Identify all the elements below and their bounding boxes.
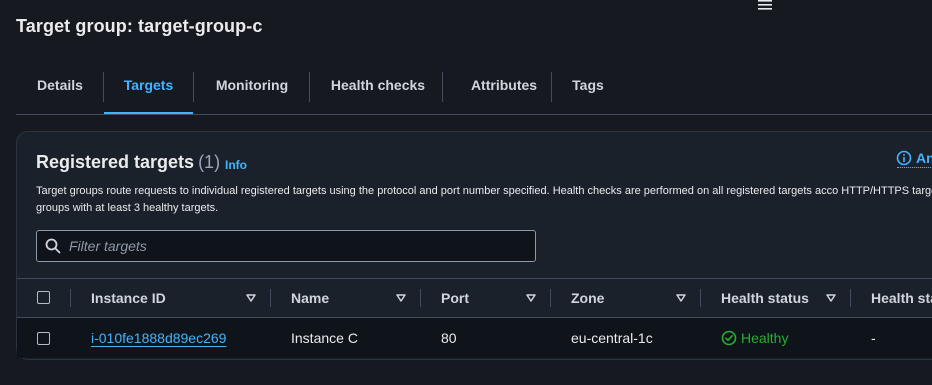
menu-icon[interactable] (758, 0, 772, 10)
column-divider (850, 289, 851, 307)
select-all-checkbox[interactable] (37, 291, 50, 304)
tab-bar: Details Targets Monitoring Health checks… (16, 62, 932, 115)
tab-divider (551, 72, 552, 102)
tab-details[interactable]: Details (22, 62, 98, 112)
search-icon (45, 238, 61, 254)
instance-name: Instance C (291, 330, 358, 346)
column-divider (70, 289, 71, 307)
tab-targets[interactable]: Targets (104, 62, 193, 114)
health-status-value: Healthy (741, 330, 789, 346)
panel-title: Registered targets (1) (36, 152, 220, 173)
sort-down-icon[interactable] (396, 294, 406, 302)
target-group-page: Target group: target-group-c Details Tar… (0, 0, 932, 385)
column-divider (700, 289, 701, 307)
sort-down-icon[interactable] (676, 294, 686, 302)
column-header-zone[interactable]: Zone (571, 279, 604, 317)
sort-down-icon[interactable] (526, 294, 536, 302)
filter-targets-input[interactable] (69, 231, 529, 261)
instance-zone: eu-central-1c (571, 330, 653, 346)
column-divider (550, 289, 551, 307)
check-circle-icon (721, 330, 737, 346)
sort-down-icon[interactable] (826, 294, 836, 302)
tab-tags[interactable]: Tags (562, 62, 614, 112)
column-header-health-status[interactable]: Health status (721, 279, 809, 317)
health-status-details-value: - (871, 330, 876, 346)
tab-attributes[interactable]: Attributes (452, 62, 556, 112)
info-circle-icon[interactable] (896, 150, 912, 166)
targets-table: Instance ID Name Port Zone Health status… (17, 278, 932, 358)
column-header-port[interactable]: Port (441, 279, 469, 317)
info-link[interactable]: Info (225, 158, 247, 172)
link-underline (897, 167, 932, 168)
column-header-instance-id[interactable]: Instance ID (91, 279, 166, 317)
page-title: Target group: target-group-c (16, 16, 263, 36)
instance-id-link[interactable]: i-010fe1888d89ec269 (91, 318, 226, 358)
filter-box[interactable] (36, 230, 536, 262)
tab-divider (442, 72, 443, 102)
registered-targets-panel: Registered targets (1) Info An Target gro… (16, 131, 932, 360)
tab-divider (309, 72, 310, 102)
column-divider (420, 289, 421, 307)
target-count: (1) (198, 152, 221, 172)
panel-description: Target groups route requests to individu… (36, 185, 932, 214)
tab-health-checks[interactable]: Health checks (318, 62, 438, 112)
table-header: Instance ID Name Port Zone Health status… (17, 278, 932, 318)
sort-down-icon[interactable] (246, 294, 256, 302)
table-row: i-010fe1888d89ec269 Instance C 80 eu-cen… (17, 318, 932, 358)
tab-monitoring[interactable]: Monitoring (202, 62, 302, 112)
column-header-health-status-details[interactable]: Health sta (871, 279, 932, 317)
column-header-name[interactable]: Name (291, 279, 329, 317)
tab-divider (193, 72, 194, 102)
anomaly-link[interactable]: An (916, 150, 932, 166)
row-select-checkbox[interactable] (37, 332, 50, 345)
panel-title-text: Registered targets (36, 152, 195, 172)
column-divider (270, 289, 271, 307)
instance-port: 80 (441, 330, 457, 346)
